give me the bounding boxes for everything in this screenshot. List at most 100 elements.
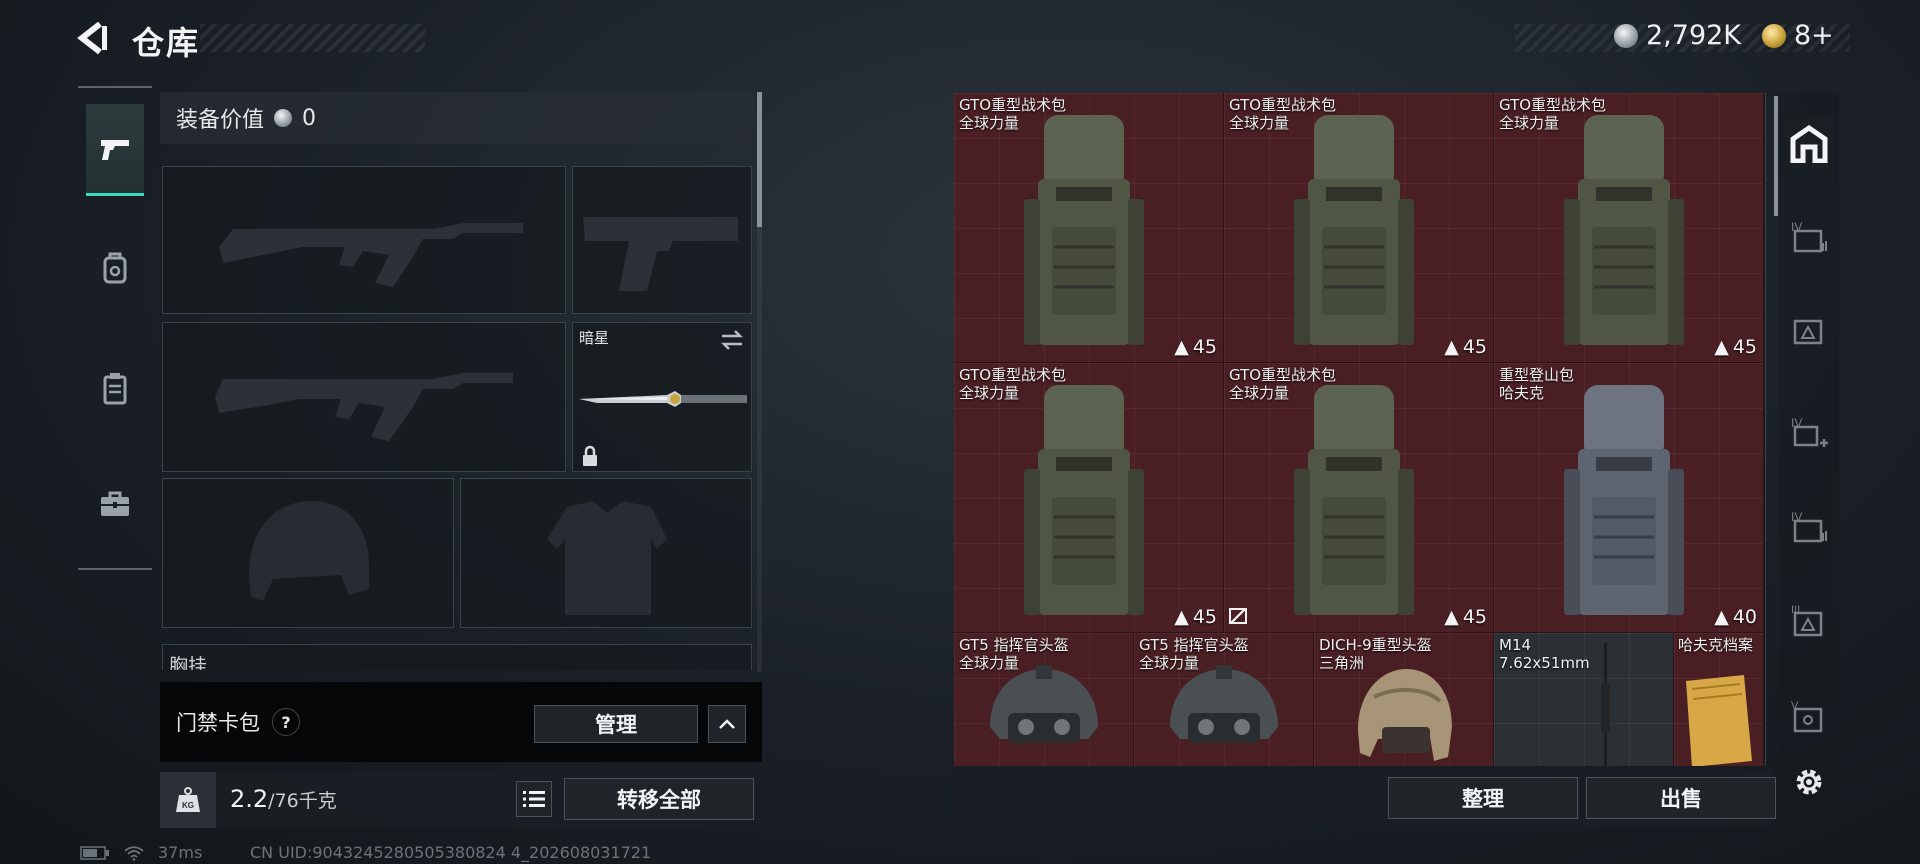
storage-grid: GTO重型战术包 全球力量 ▲ 45 GTO重型战术包 全球力量 ▲ 45 GTO重型战… [954,93,1768,766]
primary-weapon-slot[interactable] [162,166,566,314]
backpack-capacity-icon: ▲ [1444,606,1459,628]
iv-plus-icon: IV [1791,416,1828,447]
item-label: GTO重型战术包 全球力量 [1499,96,1607,132]
item-label: GT5 指挥官头盔 全球力量 [959,636,1069,672]
uid-text: CN UID:9043245280505380824 4_20260803172… [250,843,652,862]
manage-button[interactable]: 管理 [534,705,698,743]
silver-coin-icon [1614,23,1638,48]
chest-rig-slot[interactable]: 胸挂 [162,644,752,670]
category-storage-iii[interactable]: III [1783,590,1835,650]
backpack-icon [103,252,127,284]
tab-kit[interactable] [86,458,144,550]
category-storage-iv-2[interactable]: IV [1783,496,1835,556]
storage-item-document[interactable]: 哈夫克档案 [1674,633,1764,766]
iii-triangle-icon: III [1791,604,1823,637]
sort-button[interactable]: 整理 [1388,777,1578,819]
tab-rig[interactable] [86,342,144,434]
tab-weapons[interactable] [86,104,144,196]
storage-item-backpack[interactable]: GTO重型战术包 全球力量 ▲ 45 [954,93,1224,363]
item-label: 哈夫克档案 [1678,636,1754,654]
pistol-icon [101,139,129,160]
category-all[interactable] [1783,114,1835,174]
backpack-image [1024,385,1144,615]
backpack-image [1564,115,1684,345]
help-icon[interactable]: ? [272,708,300,736]
storage-item-backpack[interactable]: GTO重型战术包 全球力量 ▲ 45 [1494,93,1764,363]
storage-item-backpack[interactable]: GTO重型战术包 全球力量 ▲ 45 [1224,363,1494,633]
backpack-capacity-icon: ▲ [1174,606,1189,628]
gear-icon [1796,769,1822,795]
rifle-image [1601,643,1610,766]
rifle-silhouette-icon [219,223,523,287]
storage-scroll-thumb[interactable] [1774,96,1778,216]
storage-item-backpack[interactable]: GTO重型战术包 全球力量 ▲ 45 [1224,93,1494,363]
helmet-silhouette-icon [249,501,369,601]
armor-slot[interactable] [460,478,752,628]
v-storage-icon: V [1791,700,1823,733]
gold-coin-icon [1762,23,1786,48]
helmet-image [990,665,1098,743]
item-label: GTO重型战术包 全球力量 [959,366,1067,402]
storage-item-backpack[interactable]: GTO重型战术包 全球力量 ▲ 45 [954,363,1224,633]
iv-storage-icon: IV [1791,220,1827,253]
weight-readout: 2.2 /76千克 [230,785,337,813]
page-title: 仓库 [132,24,201,62]
collapse-button[interactable] [708,705,746,743]
list-view-button[interactable] [516,781,552,817]
silver-coin-icon [274,109,293,127]
helmet-image [1170,665,1278,743]
silver-amount: 2,792K [1646,20,1742,51]
chest-rig-label: 胸挂 [169,655,208,670]
capacity-badge: ▲ 45 [1444,336,1487,358]
storage-item-rifle[interactable]: M14 7.62x51mm [1494,633,1674,766]
equip-value-label: 装备价值 [176,108,265,133]
capacity-badge: ▲ 45 [1444,606,1487,628]
weight-current: 2.2 [230,785,269,813]
iv-storage-2-icon: IV [1791,510,1827,543]
backpack-capacity-icon: ▲ [1714,336,1729,358]
all-items-icon [1790,125,1828,163]
category-storage-iv[interactable]: IV [1783,206,1835,266]
settings-button[interactable] [1783,752,1835,812]
storage-item-backpack[interactable]: 重型登山包 哈夫克 ▲ 40 [1229,363,1764,633]
backpack-capacity-icon: ▲ [1714,606,1729,628]
status-bar: 37ms [80,843,202,862]
category-storage-triangle[interactable] [1783,300,1835,360]
knife-image [579,391,747,407]
back-button[interactable] [74,18,114,58]
melee-slot[interactable]: 暗星 [572,322,752,472]
category-storage-iv-plus[interactable]: IV [1783,402,1835,462]
storage-item-helmet[interactable]: GT5 指挥官头盔 全球力量 [954,633,1134,766]
back-arrow-icon [77,21,107,55]
transfer-all-button[interactable]: 转移全部 [564,778,754,820]
rifle-silhouette-icon [215,373,513,441]
backpack-image [1024,115,1144,345]
swap-icon[interactable] [719,329,745,351]
triangle-storage-icon [1793,319,1823,345]
storage-item-helmet[interactable]: GT5 指挥官头盔 全球力量 [1134,633,1314,766]
tab-gear[interactable] [86,222,144,314]
capacity-badge: ▲ 45 [1714,336,1757,358]
briefcase-icon [101,491,129,516]
sell-button[interactable]: 出售 [1586,777,1776,819]
wifi-icon [124,845,144,861]
sidearm-slot[interactable] [572,166,752,314]
storage-item-helmet[interactable]: DICH-9重型头盔 三角洲 [1314,633,1494,766]
helmet-image [1358,669,1452,761]
item-label: M14 7.62x51mm [1499,636,1590,672]
gold-amount: 8+ [1794,20,1834,51]
silver-currency: 2,792K [1614,20,1741,51]
secondary-weapon-slot[interactable] [162,322,566,472]
gold-currency[interactable]: 8+ [1762,20,1834,51]
helmet-slot[interactable] [162,478,454,628]
ping-value: 37ms [158,843,203,862]
category-storage-v[interactable]: V [1783,686,1835,746]
battery-icon [80,845,109,860]
list-icon [523,791,545,807]
loadout-scroll-thumb[interactable] [757,92,762,227]
title-stripe-decoration [200,24,425,52]
backpack-capacity-icon: ▲ [1174,336,1189,358]
kg-badge-text: KG [182,801,194,810]
backpack-image [1564,385,1684,615]
capacity-badge: ▲ 45 [1174,606,1217,628]
